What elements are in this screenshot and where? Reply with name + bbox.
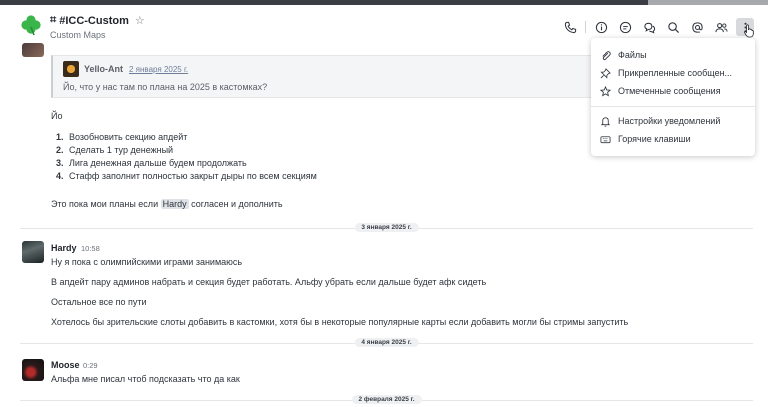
members-icon [714, 22, 728, 32]
date-divider-label: 2 февраля 2025 г. [351, 395, 422, 404]
user-mention[interactable]: Hardy [160, 199, 189, 209]
message-author[interactable]: Moose [51, 360, 80, 370]
room-name: #ICC-Custom [59, 14, 129, 27]
date-divider: 4 января 2025 г. [20, 338, 753, 348]
message-time: 10:58 [81, 244, 100, 253]
call-button[interactable] [561, 18, 579, 36]
quote-avatar [63, 61, 79, 77]
phone-icon [564, 21, 576, 33]
message-time: 0:29 [83, 361, 98, 370]
bell-icon [600, 116, 611, 126]
discussion-icon [643, 22, 655, 33]
message-text: Это пока мои планы если Hardy согласен и… [51, 199, 283, 209]
room-info-button[interactable] [592, 18, 610, 36]
menu-item-files[interactable]: Файлы [600, 48, 647, 62]
search-messages-button[interactable] [664, 18, 682, 36]
message-text: Хотелось бы зрительские слоты добавить в… [51, 317, 629, 327]
room-toolbar [561, 18, 754, 36]
threads-button[interactable] [616, 18, 634, 36]
list-item: 3. Лига денежная дальше будем продолжать [56, 158, 247, 168]
keyboard-icon [600, 135, 611, 143]
menu-item-pinned[interactable]: Прикрепленные сообщен... [600, 66, 732, 80]
message-text: Йо [51, 111, 63, 121]
room-topic: Custom Maps [50, 30, 106, 40]
discussions-button[interactable] [640, 18, 658, 36]
avatar[interactable] [22, 359, 44, 381]
message-text: Альфа мне писал чтоб подсказать что да к… [51, 374, 240, 384]
clover-logo-icon [21, 15, 41, 36]
date-divider: 3 января 2025 г. [20, 223, 753, 233]
list-item: 1. Возобновить секцию апдейт [56, 132, 188, 142]
mentions-button[interactable] [688, 18, 706, 36]
channel-hash-icon: ⌗ [50, 14, 57, 26]
date-divider: 2 февраля 2025 г. [20, 395, 753, 405]
info-icon [595, 21, 607, 33]
ordered-list: 1. Возобновить секцию апдейт 2. Сделать 1 … [56, 132, 317, 184]
mention-icon [691, 21, 703, 33]
date-divider-label: 4 января 2025 г. [354, 338, 419, 347]
avatar[interactable] [22, 43, 44, 57]
quote-text: Йо, что у нас там по плана на 2025 в кас… [63, 82, 268, 92]
avatar[interactable] [22, 241, 44, 263]
message-text: Остальное все по пути [51, 297, 147, 307]
toolbar-separator [585, 21, 586, 33]
pin-icon [600, 67, 611, 79]
members-button[interactable] [712, 18, 730, 36]
menu-item-shortcuts[interactable]: Горячие клавиши [600, 132, 691, 146]
list-item: 2. Сделать 1 тур денежный [56, 145, 174, 155]
threads-icon [619, 21, 631, 33]
room-kebab-menu: Файлы Прикрепленные сообщен... Отмеченны… [591, 38, 755, 156]
menu-separator [591, 106, 755, 107]
menu-item-notifications[interactable]: Настройки уведомлений [600, 114, 720, 128]
list-item: 4. Стафф заполнит полностью закрыт дыры п… [56, 171, 317, 181]
paperclip-icon [602, 50, 611, 60]
date-divider-label: 3 января 2025 г. [354, 223, 419, 232]
room-title[interactable]: ⌗ #ICC-Custom ☆ [50, 14, 145, 27]
favorite-star-icon[interactable]: ☆ [135, 14, 145, 27]
message-text: В апдейт пару админов набрать и секция б… [51, 277, 487, 287]
quote-author: Yello-Ant [84, 64, 124, 74]
quote-date-link[interactable]: 2 января 2025 г. [129, 65, 188, 74]
star-icon [600, 85, 611, 96]
mouse-pointer-icon [744, 24, 754, 38]
menu-item-starred[interactable]: Отмеченные сообщения [600, 84, 721, 98]
message-text: Ну я пока с олимпийскими играми занимаюс… [51, 257, 243, 267]
message-author[interactable]: Hardy [51, 243, 77, 253]
search-icon [667, 21, 679, 33]
